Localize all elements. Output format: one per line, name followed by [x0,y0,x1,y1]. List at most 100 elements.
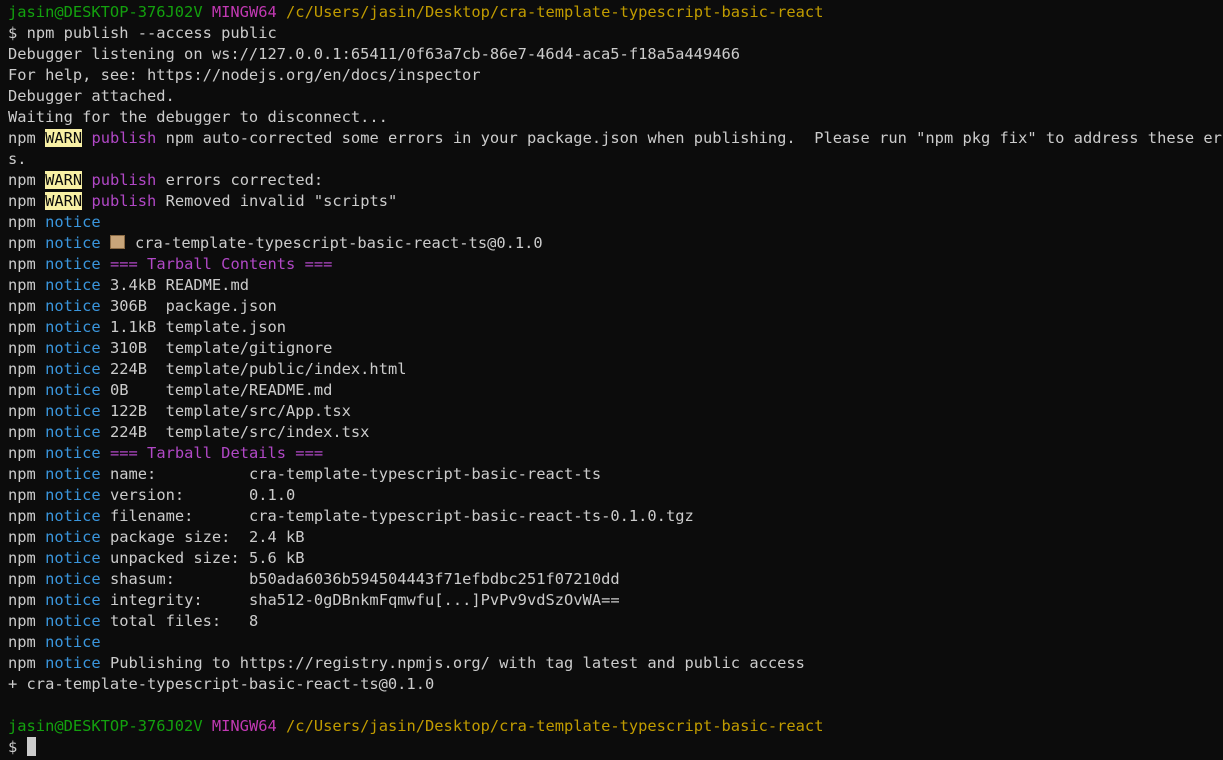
warn-badge: WARN [45,129,83,147]
detail-entry: package size: 2.4 kB [109,528,305,546]
notice-label: notice [45,528,101,546]
notice-label: notice [45,381,101,399]
command-text: npm publish --access public [26,24,277,42]
warn-line: npm WARN publish errors corrected: [8,170,1223,191]
prompt-user-host: jasin@DESKTOP-376J02V [8,3,203,21]
npm-prefix: npm [8,297,36,315]
input-line[interactable]: $ [8,737,1223,758]
package-id: cra-template-typescript-basic-react-ts@0… [134,234,543,252]
notice-label: notice [45,444,101,462]
warn-badge: WARN [45,192,83,210]
warn-line-wrap: s. [8,150,27,168]
prompt-shell: MINGW64 [211,3,277,21]
npm-prefix: npm [8,318,36,336]
notice-label: notice [45,465,101,483]
notice-line: npm notice cra-template-typescript-basic… [8,233,1223,254]
npm-prefix: npm [8,213,36,231]
prompt-user-host: jasin@DESKTOP-376J02V [8,717,203,735]
notice-label: notice [45,402,101,420]
npm-prefix: npm [8,360,36,378]
npm-prefix: npm [8,276,36,294]
npm-prefix: npm [8,570,36,588]
file-line: npm notice 310B template/gitignore [8,338,1223,359]
npm-prefix: npm [8,234,36,252]
detail-line: npm notice unpacked size: 5.6 kB [8,548,1223,569]
detail-entry: integrity: sha512-0gDBnkmFqmwfu[...]PvPv… [109,591,620,609]
text-cursor[interactable] [26,737,36,756]
warn-text: Removed invalid "scripts" [165,192,398,210]
detail-entry: total files: 8 [109,612,259,630]
prompt-cwd: /c/Users/jasin/Desktop/cra-template-type… [286,717,824,735]
prompt-shell: MINGW64 [211,717,277,735]
detail-line: npm notice filename: cra-template-typesc… [8,506,1223,527]
detail-entry: filename: cra-template-typescript-basic-… [109,507,694,525]
notice-line: npm notice Publishing to https://registr… [8,653,1223,674]
npm-prefix: npm [8,423,36,441]
npm-prefix: npm [8,507,36,525]
notice-label: notice [45,423,101,441]
detail-entry: name: cra-template-typescript-basic-reac… [109,465,602,483]
notice-label: notice [45,339,101,357]
notice-line: npm notice [8,632,1223,653]
terminal-window[interactable]: jasin@DESKTOP-376J02V MINGW64 /c/Users/j… [0,0,1223,758]
contents-header: === Tarball Contents === [109,255,333,273]
file-line: npm notice 122B template/src/App.tsx [8,401,1223,422]
publish-label: publish [91,192,157,210]
npm-prefix: npm [8,444,36,462]
result-line: + cra-template-typescript-basic-react-ts… [8,675,435,693]
warn-badge: WARN [45,171,83,189]
file-entry: 306B package.json [109,297,277,315]
file-entry: 0B template/README.md [109,381,333,399]
publish-label: publish [91,129,157,147]
npm-prefix: npm [8,339,36,357]
file-line: npm notice 224B template/src/index.tsx [8,422,1223,443]
detail-entry: shasum: b50ada6036b594504443f71efbdbc251… [109,570,620,588]
detail-line: npm notice package size: 2.4 kB [8,527,1223,548]
file-line: npm notice 0B template/README.md [8,380,1223,401]
package-icon [109,235,125,249]
warn-text: errors corrected: [165,171,324,189]
prompt-symbol: $ [8,738,18,756]
notice-label: notice [45,234,101,252]
npm-prefix: npm [8,129,36,147]
npm-prefix: npm [8,549,36,567]
detail-line: npm notice name: cra-template-typescript… [8,464,1223,485]
notice-line: npm notice === Tarball Details === [8,443,1223,464]
command-line: $ npm publish --access public [8,23,1223,44]
file-entry: 122B template/src/App.tsx [109,402,351,420]
notice-label: notice [45,276,101,294]
detail-line: npm notice integrity: sha512-0gDBnkmFqmw… [8,590,1223,611]
file-line: npm notice 1.1kB template.json [8,317,1223,338]
notice-label: notice [45,654,101,672]
output-line: Debugger attached. [8,87,175,105]
npm-prefix: npm [8,528,36,546]
publishing-text: Publishing to https://registry.npmjs.org… [109,654,805,672]
notice-label: notice [45,255,101,273]
detail-entry: version: 0.1.0 [109,486,296,504]
file-entry: 310B template/gitignore [109,339,333,357]
notice-label: notice [45,318,101,336]
npm-prefix: npm [8,171,36,189]
notice-label: notice [45,507,101,525]
notice-label: notice [45,549,101,567]
notice-label: notice [45,486,101,504]
detail-line: npm notice shasum: b50ada6036b594504443f… [8,569,1223,590]
notice-label: notice [45,570,101,588]
notice-label: notice [45,591,101,609]
prompt-line: jasin@DESKTOP-376J02V MINGW64 /c/Users/j… [8,716,1223,737]
npm-prefix: npm [8,654,36,672]
publish-label: publish [91,171,157,189]
file-line: npm notice 3.4kB README.md [8,275,1223,296]
notice-label: notice [45,360,101,378]
output-line: For help, see: https://nodejs.org/en/doc… [8,66,481,84]
notice-label: notice [45,213,101,231]
warn-text: npm auto-corrected some errors in your p… [165,129,1223,147]
warn-line: npm WARN publish Removed invalid "script… [8,191,1223,212]
warn-line: npm WARN publish npm auto-corrected some… [8,128,1223,149]
file-entry: 3.4kB README.md [109,276,249,294]
detail-line: npm notice version: 0.1.0 [8,485,1223,506]
file-entry: 1.1kB template.json [109,318,287,336]
file-entry: 224B template/src/index.tsx [109,423,370,441]
npm-prefix: npm [8,486,36,504]
